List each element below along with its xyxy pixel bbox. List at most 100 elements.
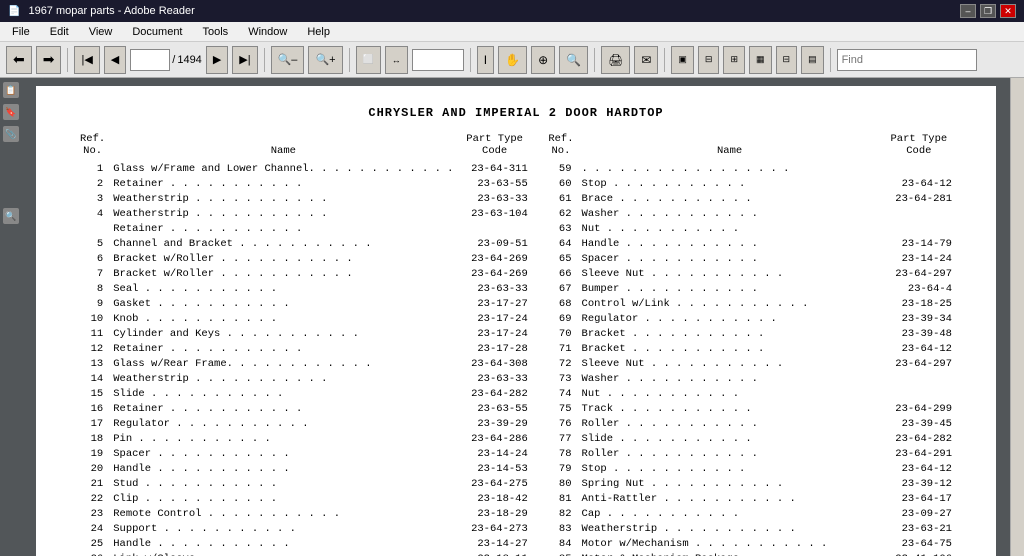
left-name: Regulator . . . . . . . . . . .: [109, 416, 457, 431]
table-row: 12Retainer . . . . . . . . . . .23-17-28…: [76, 341, 956, 356]
view1-button[interactable]: ▣: [671, 46, 694, 74]
select-tool-button[interactable]: I: [477, 46, 494, 74]
left-name: Glass w/Frame and Lower Channel. . . . .…: [109, 161, 457, 176]
forward-button[interactable]: ➡: [36, 46, 62, 74]
right-code: 23-14-79: [882, 236, 956, 251]
left-ref: 5: [76, 236, 109, 251]
email-button[interactable]: ✉: [634, 46, 658, 74]
sidebar-icon-2[interactable]: 🔖: [3, 104, 19, 120]
left-ref: 9: [76, 296, 109, 311]
print-button[interactable]: 🖨: [601, 46, 630, 74]
toolbar: ⬅ ➡ |◀ ◀ 597 / 1494 ▶ ▶| 🔍– 🔍+ ⬜ ↔ 138% …: [0, 42, 1024, 78]
right-name: Sleeve Nut . . . . . . . . . . .: [578, 356, 882, 371]
left-code: 23-63-55: [457, 176, 531, 191]
left-ref: 7: [76, 266, 109, 281]
right-code: 23-63-21: [882, 521, 956, 536]
right-code: 23-18-25: [882, 296, 956, 311]
marquee-tool-button[interactable]: ⊕: [531, 46, 555, 74]
left-code: 23-64-308: [457, 356, 531, 371]
prev-page-button[interactable]: ◀: [104, 46, 126, 74]
left-code: 23-17-24: [457, 311, 531, 326]
parts-table: Ref.No. Name Part TypeCode Ref.No. Name …: [76, 132, 956, 556]
last-page-button[interactable]: ▶|: [232, 46, 257, 74]
right-ref: 83: [544, 521, 577, 536]
view2-button[interactable]: ⊟: [698, 46, 720, 74]
right-code: 23-39-12: [882, 476, 956, 491]
right-name: Stop . . . . . . . . . . .: [578, 461, 882, 476]
view5-button[interactable]: ⊟: [776, 46, 798, 74]
right-ref: 74: [544, 386, 577, 401]
header-name-right: Name: [578, 132, 882, 161]
doc-area[interactable]: CHRYSLER AND IMPERIAL 2 DOOR HARDTOP Ref…: [22, 78, 1010, 556]
left-name: Retainer . . . . . . . . . . .: [109, 221, 457, 236]
left-code: 23-63-55: [457, 401, 531, 416]
view4-button[interactable]: ▦: [749, 46, 772, 74]
toolbar-sep-5: [594, 48, 595, 72]
sidebar-icon-3[interactable]: 📎: [3, 126, 19, 142]
left-code: 23-14-24: [457, 446, 531, 461]
zoom-in-button[interactable]: 🔍+: [308, 46, 342, 74]
view6-button[interactable]: ▤: [801, 46, 824, 74]
search-input[interactable]: [837, 49, 977, 71]
left-ref: 11: [76, 326, 109, 341]
left-ref: 23: [76, 506, 109, 521]
window-controls[interactable]: – ❐ ✕: [960, 4, 1016, 18]
zoom-input[interactable]: 138%: [412, 49, 464, 71]
close-button[interactable]: ✕: [1000, 4, 1016, 18]
view3-button[interactable]: ⊞: [723, 46, 745, 74]
right-ref: 61: [544, 191, 577, 206]
back-button[interactable]: ⬅: [6, 46, 32, 74]
zoom-tool-button[interactable]: 🔍: [559, 46, 588, 74]
menu-view[interactable]: View: [85, 24, 117, 40]
col-spacer: [532, 521, 545, 536]
left-name: Retainer . . . . . . . . . . .: [109, 401, 457, 416]
col-spacer: [532, 416, 545, 431]
col-spacer: [532, 236, 545, 251]
right-code: 23-64-4: [882, 281, 956, 296]
right-code: [882, 386, 956, 401]
left-code: 23-64-269: [457, 266, 531, 281]
left-code: 23-39-29: [457, 416, 531, 431]
menu-file[interactable]: File: [8, 24, 34, 40]
right-name: Sleeve Nut . . . . . . . . . . .: [578, 266, 882, 281]
right-name: Cap . . . . . . . . . . .: [578, 506, 882, 521]
left-code: 23-63-33: [457, 191, 531, 206]
left-ref: 15: [76, 386, 109, 401]
table-row: 3Weatherstrip . . . . . . . . . . .23-63…: [76, 191, 956, 206]
minimize-button[interactable]: –: [960, 4, 976, 18]
hand-tool-button[interactable]: ✋: [498, 46, 527, 74]
left-name: Weatherstrip . . . . . . . . . . .: [109, 371, 457, 386]
left-ref: 25: [76, 536, 109, 551]
header-ref-left: Ref.No.: [76, 132, 109, 161]
left-ref: 21: [76, 476, 109, 491]
toolbar-sep-7: [830, 48, 831, 72]
left-code: 23-64-282: [457, 386, 531, 401]
right-ref: 81: [544, 491, 577, 506]
fit-page-button[interactable]: ⬜: [356, 46, 381, 74]
header-code-left: Part TypeCode: [457, 132, 531, 161]
left-name: Support . . . . . . . . . . .: [109, 521, 457, 536]
sidebar-icon-1[interactable]: 📋: [3, 82, 19, 98]
scrollbar-right[interactable]: [1010, 78, 1024, 556]
first-page-button[interactable]: |◀: [74, 46, 99, 74]
table-row: 9Gasket . . . . . . . . . . .23-17-2768C…: [76, 296, 956, 311]
col-spacer: [532, 311, 545, 326]
right-name: Motor & Mechanism Package . . . . . . . …: [578, 551, 882, 556]
menu-edit[interactable]: Edit: [46, 24, 73, 40]
table-row: 1Glass w/Frame and Lower Channel. . . . …: [76, 161, 956, 176]
menu-document[interactable]: Document: [128, 24, 186, 40]
menu-tools[interactable]: Tools: [199, 24, 233, 40]
left-ref: 26: [76, 551, 109, 556]
menu-help[interactable]: Help: [303, 24, 334, 40]
col-spacer: [532, 191, 545, 206]
next-page-button[interactable]: ▶: [206, 46, 228, 74]
page-input[interactable]: 597: [130, 49, 170, 71]
col-spacer: [532, 221, 545, 236]
menu-window[interactable]: Window: [244, 24, 291, 40]
fit-width-button[interactable]: ↔: [385, 46, 408, 74]
left-ref: 22: [76, 491, 109, 506]
doc-page: CHRYSLER AND IMPERIAL 2 DOOR HARDTOP Ref…: [36, 86, 996, 556]
restore-button[interactable]: ❐: [980, 4, 996, 18]
sidebar-icon-4[interactable]: 🔍: [3, 208, 19, 224]
zoom-out-button[interactable]: 🔍–: [271, 46, 305, 74]
